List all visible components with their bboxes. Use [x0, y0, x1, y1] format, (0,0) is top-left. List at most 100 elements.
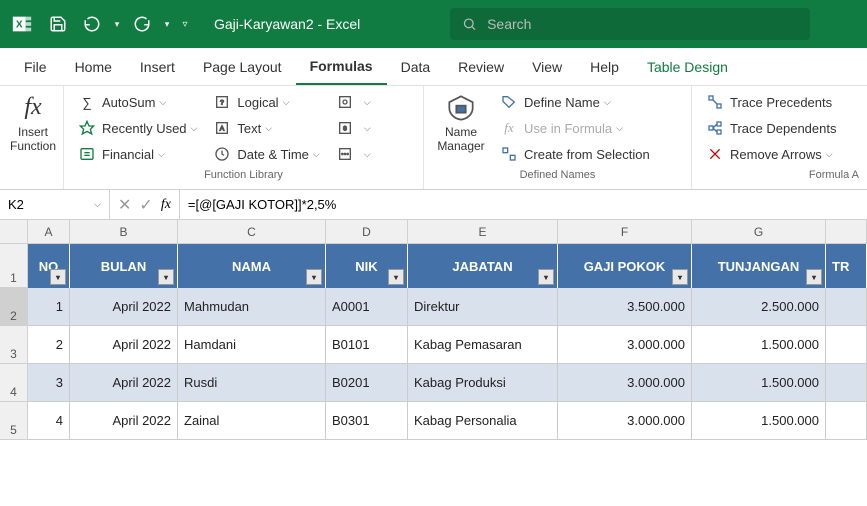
cell[interactable]: April 2022: [70, 402, 178, 440]
cell[interactable]: 1.500.000: [692, 402, 826, 440]
save-button[interactable]: [42, 8, 74, 40]
cell[interactable]: 1.500.000: [692, 364, 826, 402]
col-header[interactable]: F: [558, 220, 692, 244]
row-header[interactable]: 5: [0, 402, 28, 440]
table-header-no[interactable]: NO▾: [28, 244, 70, 288]
col-header[interactable]: B: [70, 220, 178, 244]
math-button[interactable]: θ⌵: [330, 116, 377, 140]
col-header[interactable]: A: [28, 220, 70, 244]
tab-formulas[interactable]: Formulas: [296, 48, 387, 85]
cell[interactable]: April 2022: [70, 364, 178, 402]
logical-button[interactable]: ?Logical⌵: [207, 90, 325, 114]
cell[interactable]: A0001: [326, 288, 408, 326]
cell[interactable]: 2: [28, 326, 70, 364]
undo-button[interactable]: [76, 8, 108, 40]
col-header[interactable]: [826, 220, 867, 244]
filter-button[interactable]: ▾: [672, 269, 688, 285]
row-header[interactable]: 2: [0, 288, 28, 326]
cell[interactable]: 3.000.000: [558, 326, 692, 364]
cell[interactable]: Direktur: [408, 288, 558, 326]
tab-view[interactable]: View: [518, 48, 576, 85]
undo-dropdown[interactable]: ▾: [110, 8, 124, 40]
insert-function-button[interactable]: fx Insert Function: [8, 90, 58, 157]
formula-input[interactable]: =[@[GAJI KOTOR]]*2,5%: [180, 197, 867, 212]
row-header[interactable]: 4: [0, 364, 28, 402]
use-in-formula-button[interactable]: fxUse in Formula⌵: [494, 116, 656, 140]
table-header-tunjangan[interactable]: TUNJANGAN▾: [692, 244, 826, 288]
cell[interactable]: Rusdi: [178, 364, 326, 402]
name-box[interactable]: K2 ⌵: [0, 190, 110, 219]
filter-button[interactable]: ▾: [388, 269, 404, 285]
row-header[interactable]: 1: [0, 244, 28, 288]
redo-button[interactable]: [126, 8, 158, 40]
enter-formula-button[interactable]: ✓: [139, 195, 152, 215]
cell[interactable]: 1.500.000: [692, 326, 826, 364]
tab-insert[interactable]: Insert: [126, 48, 189, 85]
lookup-button[interactable]: ⌵: [330, 90, 377, 114]
tab-table-design[interactable]: Table Design: [633, 48, 742, 85]
tab-review[interactable]: Review: [444, 48, 518, 85]
financial-button[interactable]: Financial⌵: [72, 142, 203, 166]
cell[interactable]: Kabag Pemasaran: [408, 326, 558, 364]
cell[interactable]: [826, 402, 867, 440]
more-functions-button[interactable]: ⌵: [330, 142, 377, 166]
cell[interactable]: Kabag Produksi: [408, 364, 558, 402]
name-manager-button[interactable]: Name Manager: [432, 90, 490, 157]
cell[interactable]: 4: [28, 402, 70, 440]
cancel-formula-button[interactable]: ✕: [118, 195, 131, 215]
create-from-selection-button[interactable]: Create from Selection: [494, 142, 656, 166]
cell[interactable]: B0301: [326, 402, 408, 440]
table-header-gaji[interactable]: GAJI POKOK▾: [558, 244, 692, 288]
cell[interactable]: April 2022: [70, 288, 178, 326]
tab-home[interactable]: Home: [61, 48, 126, 85]
cell[interactable]: B0101: [326, 326, 408, 364]
fx-button[interactable]: fx: [161, 197, 171, 213]
col-header[interactable]: G: [692, 220, 826, 244]
table-header-tr[interactable]: TR: [826, 244, 867, 288]
redo-dropdown[interactable]: ▾: [160, 8, 174, 40]
col-header[interactable]: D: [326, 220, 408, 244]
cell[interactable]: [826, 326, 867, 364]
recently-used-button[interactable]: Recently Used⌵: [72, 116, 203, 140]
cell[interactable]: [826, 364, 867, 402]
datetime-button[interactable]: Date & Time⌵: [207, 142, 325, 166]
table-header-bulan[interactable]: BULAN▾: [70, 244, 178, 288]
select-all-corner[interactable]: [0, 220, 28, 244]
cell[interactable]: Mahmudan: [178, 288, 326, 326]
define-name-button[interactable]: Define Name⌵: [494, 90, 656, 114]
table-header-jabatan[interactable]: JABATAN▾: [408, 244, 558, 288]
customize-qat-button[interactable]: ▿: [176, 8, 194, 40]
cell[interactable]: [826, 288, 867, 326]
filter-button[interactable]: ▾: [306, 269, 322, 285]
cell[interactable]: 3: [28, 364, 70, 402]
cell[interactable]: B0201: [326, 364, 408, 402]
cell[interactable]: Kabag Personalia: [408, 402, 558, 440]
filter-button[interactable]: ▾: [806, 269, 822, 285]
cell[interactable]: 1: [28, 288, 70, 326]
search-input[interactable]: [487, 16, 798, 32]
cell[interactable]: April 2022: [70, 326, 178, 364]
trace-dependents-button[interactable]: Trace Dependents: [700, 116, 842, 140]
search-box[interactable]: [450, 8, 810, 40]
col-header[interactable]: E: [408, 220, 558, 244]
filter-button[interactable]: ▾: [538, 269, 554, 285]
col-header[interactable]: C: [178, 220, 326, 244]
remove-arrows-button[interactable]: Remove Arrows⌵: [700, 142, 842, 166]
cell[interactable]: 3.000.000: [558, 402, 692, 440]
cell[interactable]: 3.000.000: [558, 364, 692, 402]
cell[interactable]: Zainal: [178, 402, 326, 440]
tab-data[interactable]: Data: [387, 48, 445, 85]
row-header[interactable]: 3: [0, 326, 28, 364]
autosum-button[interactable]: ∑AutoSum⌵: [72, 90, 203, 114]
cell[interactable]: 2.500.000: [692, 288, 826, 326]
tab-page-layout[interactable]: Page Layout: [189, 48, 296, 85]
filter-button[interactable]: ▾: [158, 269, 174, 285]
table-header-nik[interactable]: NIK▾: [326, 244, 408, 288]
trace-precedents-button[interactable]: Trace Precedents: [700, 90, 842, 114]
text-button[interactable]: AText⌵: [207, 116, 325, 140]
cell[interactable]: Hamdani: [178, 326, 326, 364]
cell[interactable]: 3.500.000: [558, 288, 692, 326]
tab-help[interactable]: Help: [576, 48, 633, 85]
table-header-nama[interactable]: NAMA▾: [178, 244, 326, 288]
filter-button[interactable]: ▾: [50, 269, 66, 285]
